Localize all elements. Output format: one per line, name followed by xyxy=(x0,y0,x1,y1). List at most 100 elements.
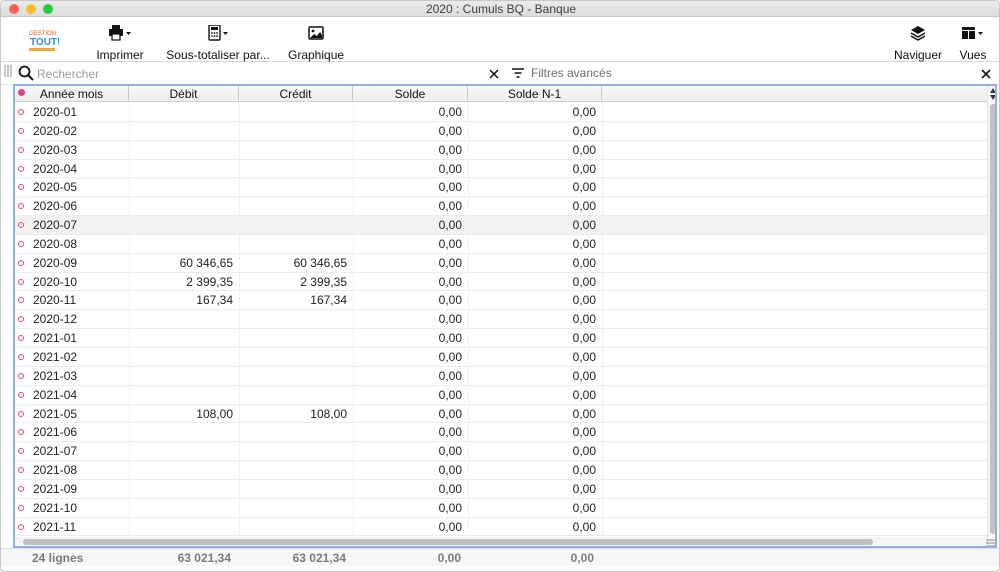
column-separator xyxy=(353,366,354,385)
vertical-scroll-thumb[interactable] xyxy=(990,104,995,534)
column-separator xyxy=(468,253,469,272)
table-row[interactable]: 2021-01 0,00 0,00 xyxy=(15,329,987,348)
row-marker-icon xyxy=(18,372,24,379)
table-row[interactable]: 2020-12 0,00 0,00 xyxy=(15,310,987,330)
column-separator xyxy=(602,498,603,517)
column-separator xyxy=(239,366,240,385)
table-row[interactable]: 2021-04 0,00 0,00 xyxy=(15,385,987,405)
cell-month: 2020-11 xyxy=(33,293,77,308)
column-header-solde-n1[interactable]: Solde N-1 xyxy=(468,86,602,102)
cell-credit xyxy=(239,160,353,178)
zoom-window-button[interactable] xyxy=(43,4,53,14)
views-button[interactable]: Vues xyxy=(953,24,993,62)
column-separator xyxy=(468,103,469,121)
column-separator xyxy=(353,385,354,404)
table-row[interactable]: 2021-10 0,00 0,00 xyxy=(15,498,987,518)
cell-month: 2020-06 xyxy=(33,199,78,214)
print-label: Imprimer xyxy=(96,48,144,62)
table-row[interactable]: 2020-01 0,00 0,00 xyxy=(15,103,987,122)
navigate-button[interactable]: Naviguer xyxy=(893,24,943,62)
column-separator xyxy=(353,479,354,498)
table-row[interactable]: 2020-03 0,00 0,00 xyxy=(15,140,987,160)
minimize-window-button[interactable] xyxy=(26,4,36,14)
app-window: 2020 : Cumuls BQ - Banque GESTION TOUT! … xyxy=(0,0,1000,572)
row-marker-icon xyxy=(18,222,24,229)
row-marker-icon xyxy=(18,485,24,492)
column-separator xyxy=(129,461,130,480)
clear-icon[interactable] xyxy=(489,68,499,79)
table-row[interactable]: 2020-07 0,00 0,00 xyxy=(15,216,987,235)
row-marker-icon xyxy=(18,240,24,247)
table-row[interactable]: 2020-06 0,00 0,00 xyxy=(15,197,987,217)
row-marker-icon xyxy=(18,335,24,342)
search-input[interactable] xyxy=(37,65,485,83)
column-separator xyxy=(468,347,469,366)
resize-grip-icon[interactable] xyxy=(985,537,995,546)
table-row[interactable]: 2020-05 0,00 0,00 xyxy=(15,178,987,198)
table-row[interactable]: 2021-08 0,00 0,00 xyxy=(15,461,987,480)
cell-credit xyxy=(239,103,353,121)
cell-month: 2020-03 xyxy=(33,142,78,157)
column-header-month[interactable]: Année mois xyxy=(15,86,129,102)
close-icon[interactable] xyxy=(981,68,991,79)
horizontal-scrollbar[interactable] xyxy=(15,537,987,546)
column-header-credit[interactable]: Crédit xyxy=(239,86,353,102)
cell-solde-n1: 0,00 xyxy=(572,387,596,402)
cell-solde-n1: 0,00 xyxy=(572,161,596,176)
column-separator xyxy=(468,121,469,140)
table-row[interactable]: 2021-11 0,00 0,00 xyxy=(15,517,987,537)
table-row[interactable]: 2021-06 0,00 0,00 xyxy=(15,423,987,443)
vertical-scrollbar[interactable] xyxy=(987,86,995,546)
table-row[interactable]: 2021-05 108,00 108,00 0,00 0,00 xyxy=(15,404,987,424)
table-row[interactable]: 2020-08 0,00 0,00 xyxy=(15,234,987,254)
row-marker-icon xyxy=(18,109,24,115)
search-bar: Filtres avancés xyxy=(1,63,999,85)
table-row[interactable]: 2020-10 2 399,35 2 399,35 0,00 0,00 xyxy=(15,272,987,292)
column-separator xyxy=(602,178,603,197)
advanced-filters-link[interactable]: Filtres avancés xyxy=(531,66,612,80)
close-window-button[interactable] xyxy=(9,4,19,14)
table-row[interactable]: 2020-09 60 346,65 60 346,65 0,00 0,00 xyxy=(15,253,987,273)
column-separator xyxy=(602,442,603,461)
table-row[interactable]: 2020-02 0,00 0,00 xyxy=(15,121,987,141)
column-separator xyxy=(468,385,469,404)
table-row[interactable]: 2021-07 0,00 0,00 xyxy=(15,442,987,462)
column-separator xyxy=(602,253,603,272)
sort-arrows-icon[interactable] xyxy=(989,87,995,101)
table-row[interactable]: 2020-04 0,00 0,00 xyxy=(15,159,987,179)
column-separator xyxy=(129,423,130,442)
cell-solde: 0,00 xyxy=(438,368,462,383)
cell-solde-n1: 0,00 xyxy=(572,180,596,195)
column-separator xyxy=(129,366,130,385)
table-row[interactable]: 2021-09 0,00 0,00 xyxy=(15,479,987,499)
row-marker-icon xyxy=(18,353,24,360)
cell-debit: 60 346,65 xyxy=(179,255,233,270)
cell-month: 2021-02 xyxy=(33,349,78,364)
cell-credit: 167,34 xyxy=(310,293,347,308)
column-resize-handle-icon[interactable] xyxy=(4,64,12,78)
chart-button[interactable]: Graphique xyxy=(288,24,344,62)
table-row[interactable]: 2021-02 0,00 0,00 xyxy=(15,347,987,367)
cell-solde-n1: 0,00 xyxy=(572,293,596,308)
column-header-debit[interactable]: Débit xyxy=(129,86,239,102)
column-separator xyxy=(239,461,240,480)
window-title: 2020 : Cumuls BQ - Banque xyxy=(425,2,577,16)
column-separator xyxy=(468,479,469,498)
data-table: Année mois Débit Crédit Solde Solde N-1 … xyxy=(13,84,997,548)
column-header-solde[interactable]: Solde xyxy=(353,86,468,102)
cell-solde: 0,00 xyxy=(438,105,462,119)
table-row[interactable]: 2021-03 0,00 0,00 xyxy=(15,366,987,386)
filter-icon[interactable] xyxy=(511,67,525,79)
calculator-icon xyxy=(164,24,272,42)
cell-solde-n1: 0,00 xyxy=(572,312,596,327)
print-button[interactable]: Imprimer xyxy=(95,24,145,62)
cell-credit xyxy=(239,423,353,441)
cell-month: 2021-06 xyxy=(33,425,78,440)
row-marker-icon xyxy=(18,316,24,323)
row-marker-icon xyxy=(18,448,24,455)
table-row[interactable]: 2020-11 167,34 167,34 0,00 0,00 xyxy=(15,291,987,311)
subtotal-button[interactable]: Sous-totaliser par... xyxy=(164,24,272,62)
navigate-label: Naviguer xyxy=(893,48,943,62)
cell-month: 2021-09 xyxy=(33,481,78,496)
horizontal-scroll-thumb[interactable] xyxy=(23,539,873,545)
